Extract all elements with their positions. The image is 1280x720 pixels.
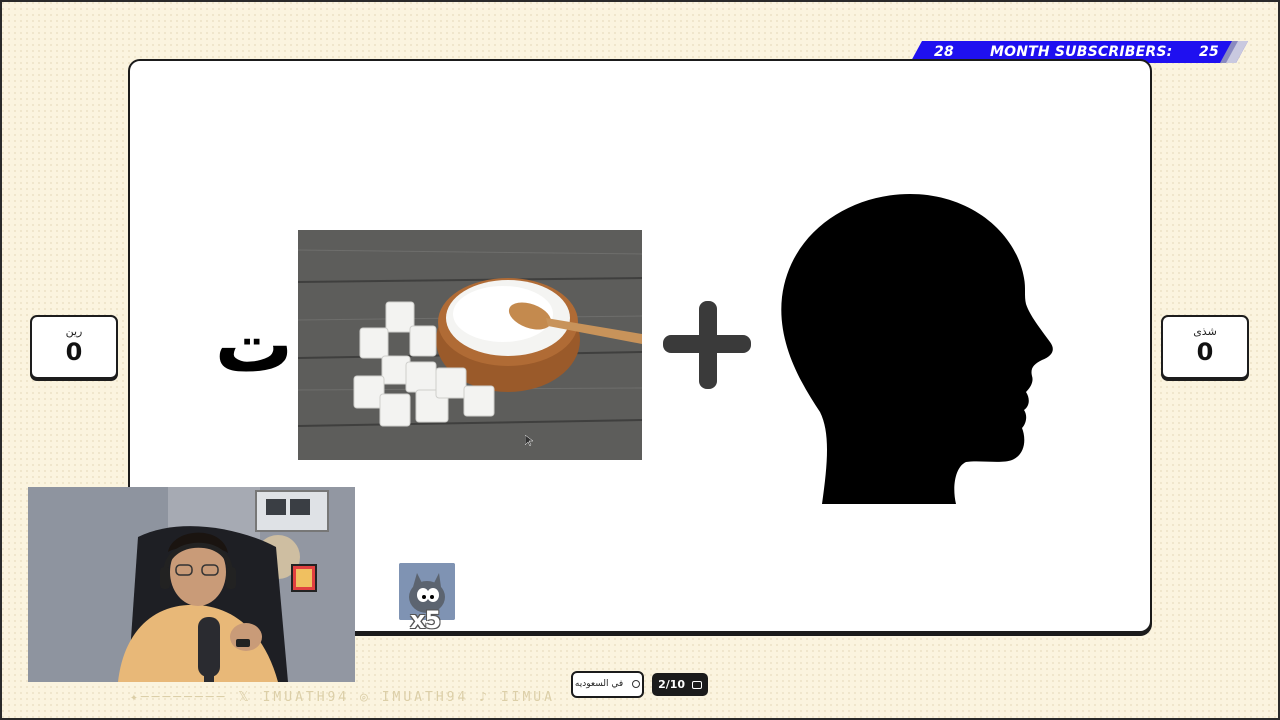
sticker-count: x5: [410, 606, 441, 634]
plus-icon: [663, 301, 751, 389]
puzzle-letter: ت: [214, 300, 294, 390]
social-handle-x: IMUATH94: [262, 690, 350, 705]
social-handle-tiktok: IIMUA: [500, 690, 555, 705]
subscriber-count-right: 25: [1199, 44, 1219, 60]
round-progress: 2/10: [652, 673, 708, 696]
image-icon: [691, 681, 702, 689]
player-score-right: شذى 0: [1161, 315, 1249, 379]
progress-text: 2/10: [658, 678, 686, 691]
player-points: 0: [65, 338, 83, 366]
head-silhouette-icon: [781, 194, 1053, 504]
mouse-cursor-icon: [525, 435, 533, 447]
social-handle-instagram: IMUATH94: [381, 690, 469, 705]
sugar-image: [298, 230, 642, 460]
country-pill[interactable]: في السعوديه: [571, 671, 644, 698]
player-name: شذى: [1193, 325, 1217, 338]
divider: ✦────────: [130, 690, 228, 705]
country-label: في السعوديه: [574, 679, 624, 689]
webcam-feed: [28, 487, 355, 682]
smiley-icon: [632, 679, 641, 688]
player-score-left: رين 0: [30, 315, 118, 379]
tiktok-icon: ♪: [479, 690, 490, 705]
player-name: رين: [65, 325, 83, 338]
x-icon: 𝕏: [238, 690, 252, 705]
player-points: 0: [1196, 338, 1214, 366]
instagram-icon: ◎: [360, 690, 371, 705]
